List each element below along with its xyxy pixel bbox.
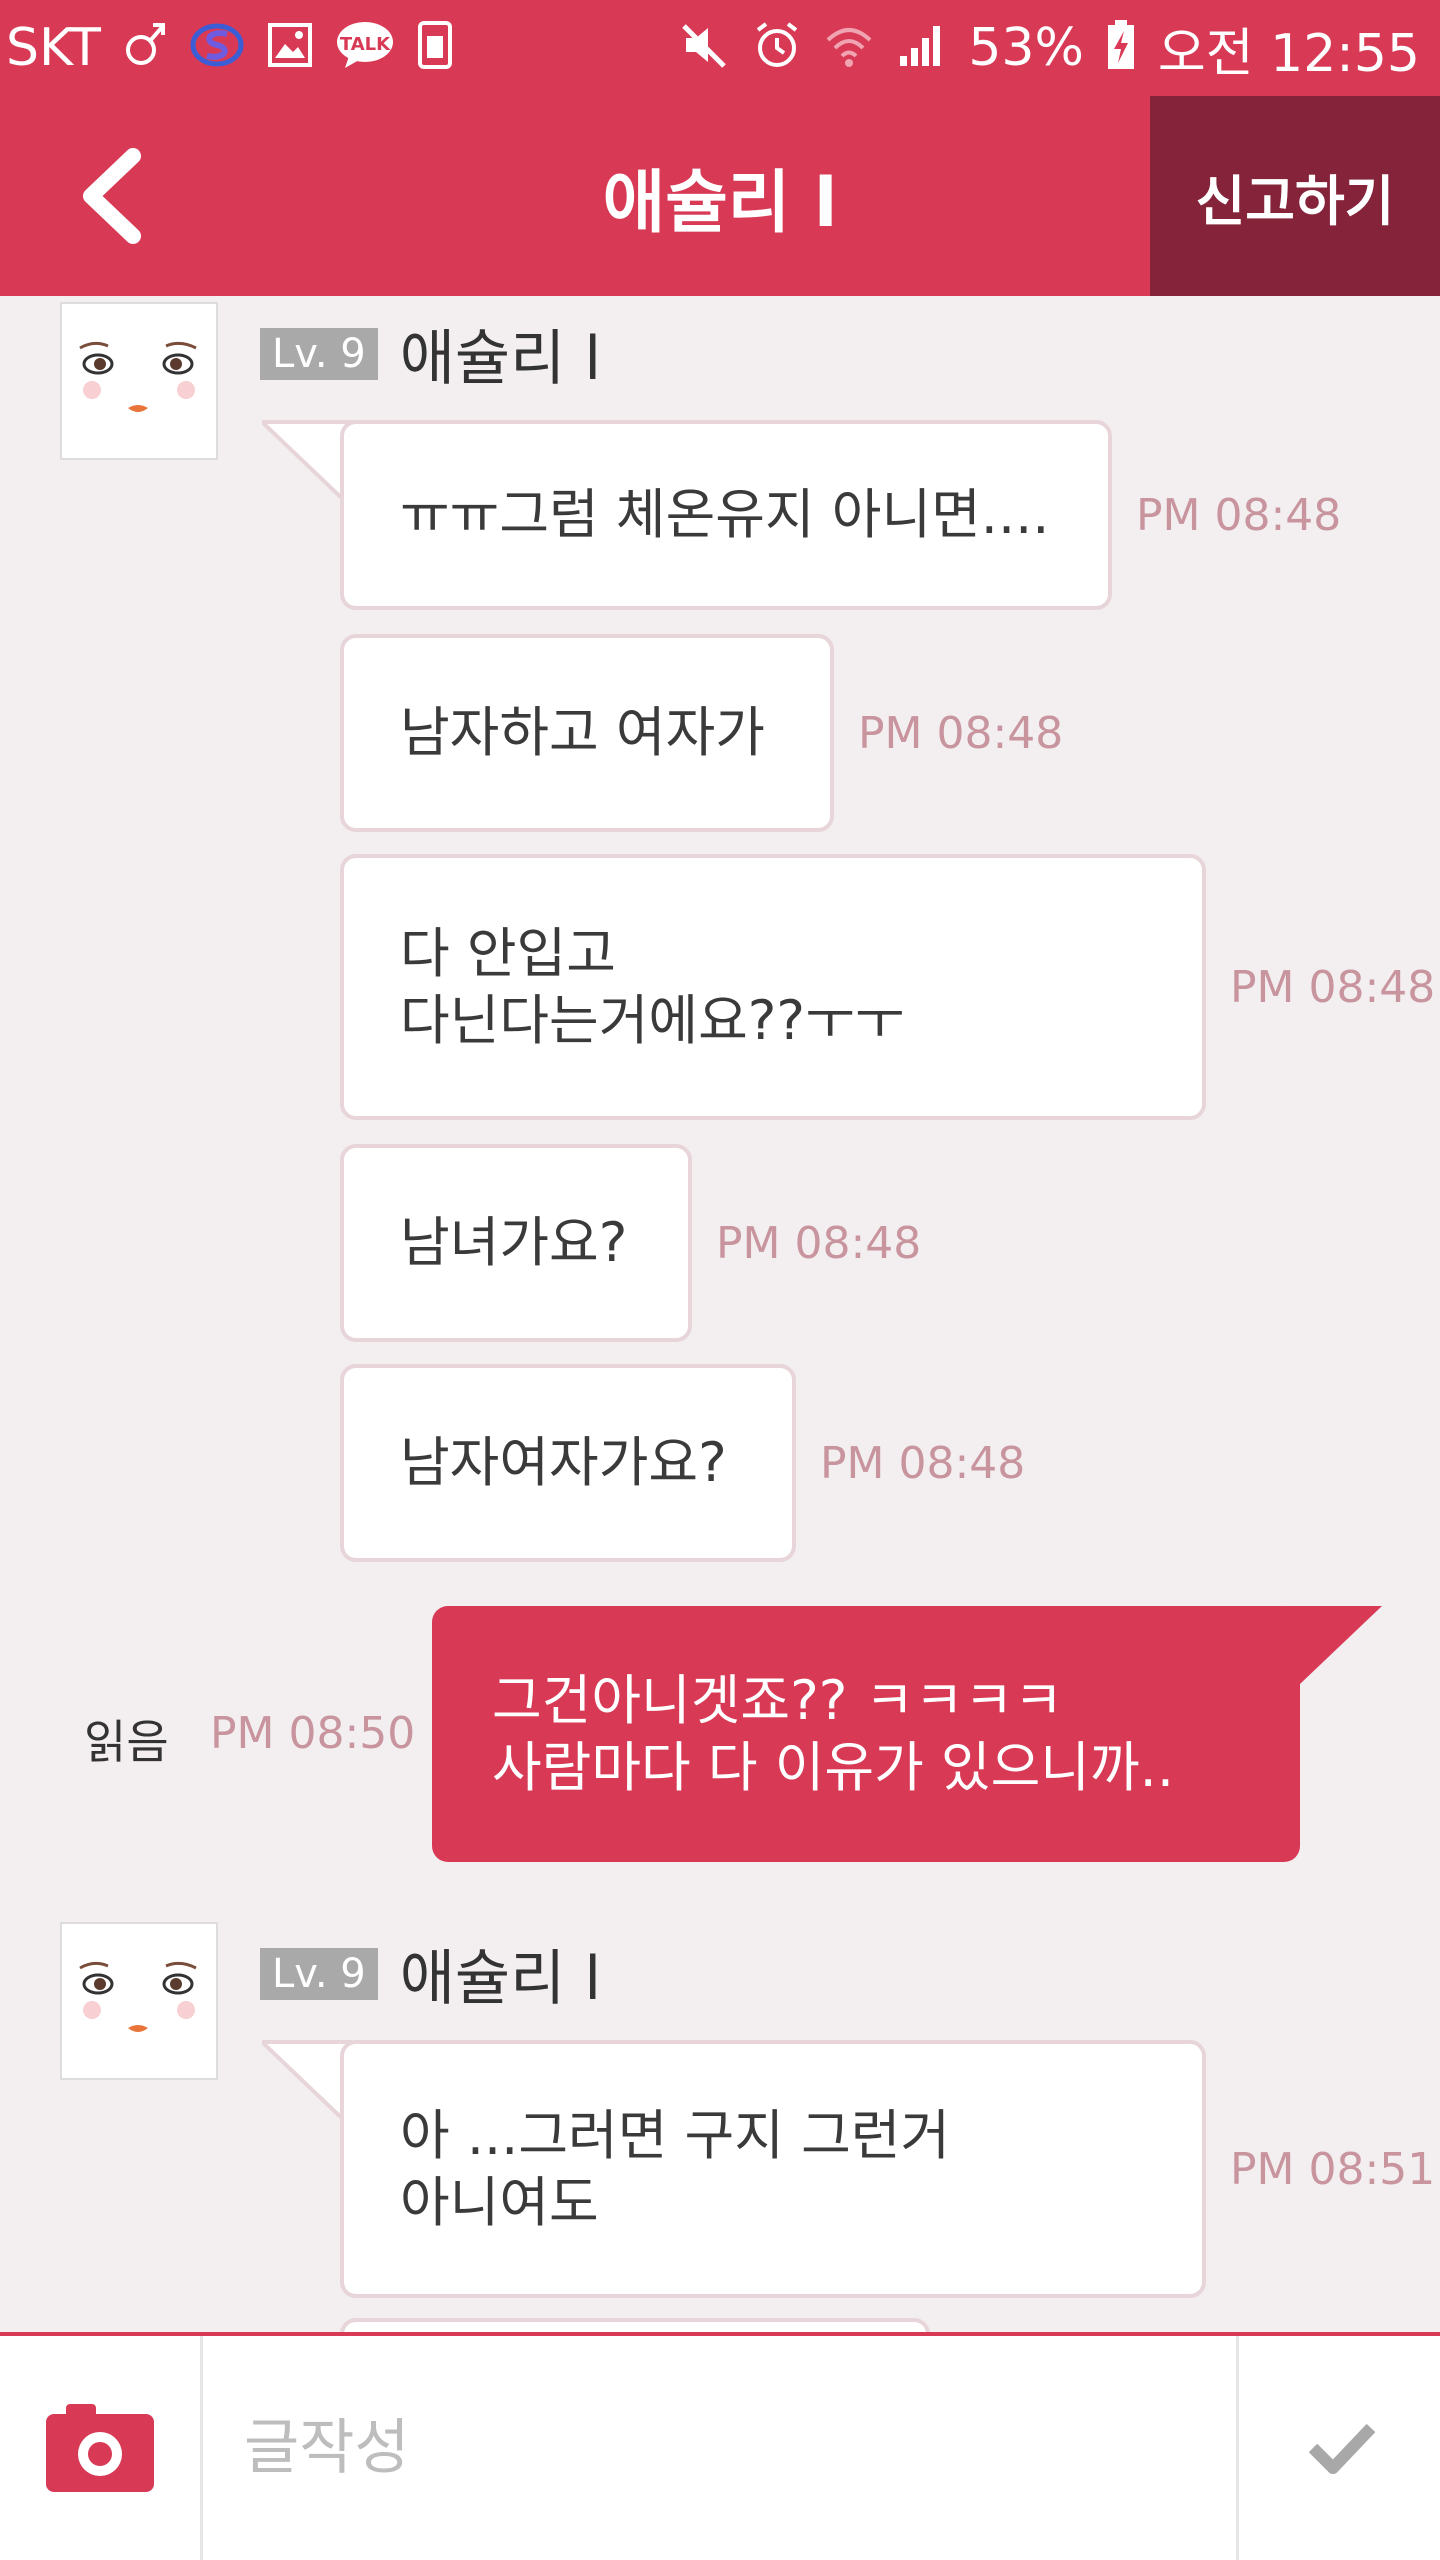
message-bubble[interactable]: ㅠㅠ그럼 체온유지 아니면....	[340, 420, 1112, 610]
message-bubble[interactable]: 남자하고 여자가	[340, 634, 834, 832]
talk-icon: TALK	[335, 20, 395, 77]
message-row: 아 ...그러면 구지 그런거 아니여도 PM 08:51	[340, 2040, 1435, 2298]
divider	[200, 2336, 203, 2560]
message-line: 그건아니겟죠?? ㅋㅋㅋㅋ	[492, 1668, 1064, 1732]
status-bar: SKT TALK 53% 오전 12:55	[0, 0, 1440, 96]
carrier-label: SKT	[6, 18, 101, 78]
checkmark-icon	[1308, 2423, 1376, 2474]
signal-icon	[896, 20, 946, 77]
message-time: PM 08:50	[210, 1708, 416, 1759]
send-button[interactable]	[1244, 2336, 1440, 2560]
chat-area[interactable]: Lv. 9 애슐리 l ㅠㅠ그럼 체온유지 아니면.... PM 08:48 남…	[0, 296, 1440, 2332]
message-time: PM 08:48	[1136, 489, 1342, 541]
message-line: 아니여도	[400, 2171, 599, 2234]
sender-name: 애슐리 l	[399, 1944, 602, 2014]
message-line: 남자여자가요?	[400, 1431, 727, 1495]
level-badge: Lv. 9	[260, 327, 378, 380]
read-receipt: 읽음	[84, 1715, 169, 1769]
message-time: PM 08:48	[858, 707, 1064, 759]
message-bubble[interactable]: 다 안입고 다닌다는거에요??ㅜㅜ	[340, 854, 1206, 1120]
message-line: ㅠㅠ그럼 체온유지 아니면....	[400, 483, 1050, 547]
message-time: PM 08:48	[820, 1437, 1026, 1489]
sim-icon	[417, 20, 453, 77]
message-bubble[interactable]: 남자여자가요?	[340, 1364, 796, 1562]
message-time: PM 08:48	[716, 1217, 922, 1269]
bubble-tail	[1286, 1606, 1382, 1684]
message-row: 다 안입고 다닌다는거에요??ㅜㅜ PM 08:48	[340, 854, 1435, 1120]
status-bar-left: SKT TALK	[0, 0, 453, 96]
gender-icon	[123, 20, 167, 77]
message-line: 아 ...그러면 구지 그런거	[400, 2103, 951, 2167]
level-badge: Lv. 9	[260, 1947, 378, 2000]
face-icon	[79, 341, 197, 412]
clock: 오전 12:55	[1157, 23, 1420, 84]
s-app-icon	[189, 20, 245, 77]
chat-header: 애슐리 l 신고하기	[0, 96, 1440, 296]
svg-text:TALK: TALK	[340, 34, 391, 55]
gallery-icon	[267, 22, 313, 75]
message-line: 다 안입고	[400, 921, 616, 985]
message-row: ㅠㅠ그럼 체온유지 아니면.... PM 08:48	[340, 420, 1341, 610]
message-line: 남녀가요?	[400, 1211, 628, 1275]
camera-button[interactable]	[0, 2336, 200, 2560]
sender-name: 애슐리 l	[399, 324, 602, 394]
message-row: 남녀가요? PM 08:48	[340, 1144, 921, 1342]
alarm-icon	[752, 20, 802, 77]
camera-icon	[46, 2404, 154, 2492]
message-input[interactable]	[206, 2336, 1236, 2560]
battery-charging-icon	[1106, 19, 1136, 78]
message-row: 남자하고 여자가 PM 08:48	[340, 634, 1063, 832]
message-bubble[interactable]	[340, 2318, 930, 2332]
message-input-bar	[0, 2332, 1440, 2560]
message-bubble[interactable]: 아 ...그러면 구지 그런거 아니여도	[340, 2040, 1206, 2298]
message-row: 남자여자가요? PM 08:48	[340, 1364, 1025, 1562]
message-time: PM 08:51	[1230, 2143, 1436, 2195]
mute-icon	[680, 20, 730, 77]
message-line: 남자하고 여자가	[400, 701, 765, 765]
sender-info: Lv. 9 애슐리 l	[260, 1930, 601, 2017]
message-time: PM 08:48	[1230, 961, 1436, 1013]
divider	[1236, 2336, 1239, 2560]
status-bar-right: 53% 오전 12:55	[680, 0, 1440, 96]
message-line: 다닌다는거에요??ㅜㅜ	[400, 989, 905, 1052]
face-icon	[79, 1961, 197, 2032]
avatar[interactable]	[60, 1922, 218, 2080]
message-line: 사람마다 다 이유가 있으니까..	[492, 1736, 1174, 1799]
battery-percent: 53%	[968, 18, 1084, 78]
wifi-icon	[824, 20, 874, 77]
sender-info: Lv. 9 애슐리 l	[260, 310, 601, 397]
avatar[interactable]	[60, 302, 218, 460]
outgoing-message-bubble[interactable]: 그건아니겟죠?? ㅋㅋㅋㅋ 사람마다 다 이유가 있으니까..	[432, 1606, 1300, 1862]
report-button[interactable]: 신고하기	[1150, 96, 1440, 296]
message-bubble[interactable]: 남녀가요?	[340, 1144, 692, 1342]
